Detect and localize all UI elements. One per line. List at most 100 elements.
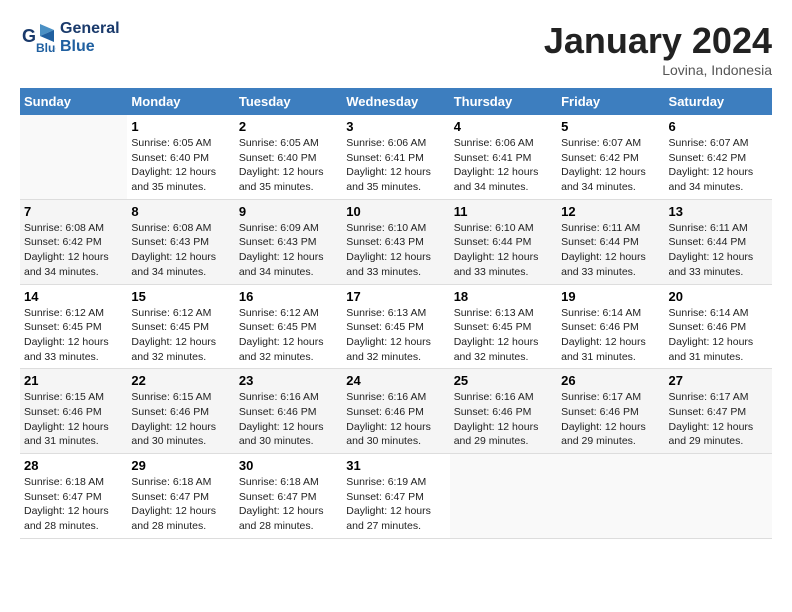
day-info: Sunrise: 6:14 AMSunset: 6:46 PMDaylight:… bbox=[669, 306, 768, 365]
week-row-2: 7Sunrise: 6:08 AMSunset: 6:42 PMDaylight… bbox=[20, 199, 772, 284]
calendar-cell: 9 Sunrise: 6:09 AMSunset: 6:43 PMDaylight… bbox=[235, 199, 342, 284]
page-header: G Blue General Blue January 2024 Lovina,… bbox=[20, 20, 772, 78]
calendar-cell: 27 Sunrise: 6:17 AMSunset: 6:47 PMDayligh… bbox=[665, 369, 772, 454]
day-info: Sunrise: 6:17 AMSunset: 6:46 PMDaylight:… bbox=[561, 390, 660, 449]
calendar-cell: 24Sunrise: 6:16 AMSunset: 6:46 PMDayligh… bbox=[342, 369, 449, 454]
calendar-table: SundayMondayTuesdayWednesdayThursdayFrid… bbox=[20, 88, 772, 539]
day-info: Sunrise: 6:10 AMSunset: 6:44 PMDaylight:… bbox=[454, 221, 553, 280]
day-number: 29 bbox=[131, 458, 230, 473]
day-number: 3 bbox=[346, 119, 445, 134]
day-info: Sunrise: 6:18 AMSunset: 6:47 PMDaylight:… bbox=[131, 475, 230, 534]
day-number: 1 bbox=[131, 119, 230, 134]
day-info: Sunrise: 6:06 AMSunset: 6:41 PMDaylight:… bbox=[454, 136, 553, 195]
day-number: 24 bbox=[346, 373, 445, 388]
week-row-1: 1 Sunrise: 6:05 AMSunset: 6:40 PMDaylight… bbox=[20, 115, 772, 199]
day-info: Sunrise: 6:16 AMSunset: 6:46 PMDaylight:… bbox=[239, 390, 338, 449]
day-header-saturday: Saturday bbox=[665, 88, 772, 115]
day-number: 14 bbox=[24, 289, 123, 304]
calendar-cell: 20 Sunrise: 6:14 AMSunset: 6:46 PMDayligh… bbox=[665, 284, 772, 369]
day-info: Sunrise: 6:09 AMSunset: 6:43 PMDaylight:… bbox=[239, 221, 338, 280]
calendar-cell: 16Sunrise: 6:12 AMSunset: 6:45 PMDayligh… bbox=[235, 284, 342, 369]
day-info: Sunrise: 6:07 AMSunset: 6:42 PMDaylight:… bbox=[669, 136, 768, 195]
calendar-cell: 10 Sunrise: 6:10 AMSunset: 6:43 PMDayligh… bbox=[342, 199, 449, 284]
calendar-cell: 21Sunrise: 6:15 AMSunset: 6:46 PMDayligh… bbox=[20, 369, 127, 454]
logo: G Blue General Blue bbox=[20, 20, 120, 56]
day-info: Sunrise: 6:12 AMSunset: 6:45 PMDaylight:… bbox=[131, 306, 230, 365]
location: Lovina, Indonesia bbox=[544, 62, 772, 78]
day-number: 4 bbox=[454, 119, 553, 134]
day-number: 6 bbox=[669, 119, 768, 134]
day-number: 5 bbox=[561, 119, 660, 134]
day-info: Sunrise: 6:05 AMSunset: 6:40 PMDaylight:… bbox=[239, 136, 338, 195]
calendar-cell: 1 Sunrise: 6:05 AMSunset: 6:40 PMDaylight… bbox=[127, 115, 234, 199]
calendar-cell: 29 Sunrise: 6:18 AMSunset: 6:47 PMDayligh… bbox=[127, 454, 234, 539]
day-info: Sunrise: 6:05 AMSunset: 6:40 PMDaylight:… bbox=[131, 136, 230, 195]
day-number: 2 bbox=[239, 119, 338, 134]
calendar-cell: 8Sunrise: 6:08 AMSunset: 6:43 PMDaylight… bbox=[127, 199, 234, 284]
day-info: Sunrise: 6:11 AMSunset: 6:44 PMDaylight:… bbox=[561, 221, 660, 280]
calendar-cell: 23 Sunrise: 6:16 AMSunset: 6:46 PMDayligh… bbox=[235, 369, 342, 454]
day-header-sunday: Sunday bbox=[20, 88, 127, 115]
calendar-cell: 7Sunrise: 6:08 AMSunset: 6:42 PMDaylight… bbox=[20, 199, 127, 284]
day-info: Sunrise: 6:12 AMSunset: 6:45 PMDaylight:… bbox=[24, 306, 123, 365]
calendar-cell: 25Sunrise: 6:16 AMSunset: 6:46 PMDayligh… bbox=[450, 369, 557, 454]
calendar-cell: 26 Sunrise: 6:17 AMSunset: 6:46 PMDayligh… bbox=[557, 369, 664, 454]
day-number: 17 bbox=[346, 289, 445, 304]
calendar-cell: 17 Sunrise: 6:13 AMSunset: 6:45 PMDayligh… bbox=[342, 284, 449, 369]
day-number: 12 bbox=[561, 204, 660, 219]
day-info: Sunrise: 6:15 AMSunset: 6:46 PMDaylight:… bbox=[24, 390, 123, 449]
calendar-cell: 30 Sunrise: 6:18 AMSunset: 6:47 PMDayligh… bbox=[235, 454, 342, 539]
logo-general: General bbox=[60, 20, 120, 38]
calendar-cell: 22Sunrise: 6:15 AMSunset: 6:46 PMDayligh… bbox=[127, 369, 234, 454]
week-row-5: 28 Sunrise: 6:18 AMSunset: 6:47 PMDayligh… bbox=[20, 454, 772, 539]
day-header-friday: Friday bbox=[557, 88, 664, 115]
day-info: Sunrise: 6:13 AMSunset: 6:45 PMDaylight:… bbox=[346, 306, 445, 365]
day-info: Sunrise: 6:15 AMSunset: 6:46 PMDaylight:… bbox=[131, 390, 230, 449]
day-number: 11 bbox=[454, 204, 553, 219]
day-number: 19 bbox=[561, 289, 660, 304]
day-info: Sunrise: 6:19 AMSunset: 6:47 PMDaylight:… bbox=[346, 475, 445, 534]
day-number: 20 bbox=[669, 289, 768, 304]
day-number: 27 bbox=[669, 373, 768, 388]
day-number: 13 bbox=[669, 204, 768, 219]
day-number: 8 bbox=[131, 204, 230, 219]
calendar-cell bbox=[450, 454, 557, 539]
day-header-monday: Monday bbox=[127, 88, 234, 115]
day-number: 10 bbox=[346, 204, 445, 219]
day-info: Sunrise: 6:06 AMSunset: 6:41 PMDaylight:… bbox=[346, 136, 445, 195]
day-info: Sunrise: 6:18 AMSunset: 6:47 PMDaylight:… bbox=[239, 475, 338, 534]
calendar-cell: 4 Sunrise: 6:06 AMSunset: 6:41 PMDaylight… bbox=[450, 115, 557, 199]
calendar-cell: 15 Sunrise: 6:12 AMSunset: 6:45 PMDayligh… bbox=[127, 284, 234, 369]
day-info: Sunrise: 6:17 AMSunset: 6:47 PMDaylight:… bbox=[669, 390, 768, 449]
day-number: 26 bbox=[561, 373, 660, 388]
calendar-cell bbox=[665, 454, 772, 539]
day-number: 28 bbox=[24, 458, 123, 473]
calendar-cell: 6 Sunrise: 6:07 AMSunset: 6:42 PMDaylight… bbox=[665, 115, 772, 199]
calendar-cell: 19Sunrise: 6:14 AMSunset: 6:46 PMDayligh… bbox=[557, 284, 664, 369]
logo-blue: Blue bbox=[60, 38, 120, 56]
week-row-3: 14 Sunrise: 6:12 AMSunset: 6:45 PMDayligh… bbox=[20, 284, 772, 369]
calendar-cell bbox=[557, 454, 664, 539]
svg-text:Blue: Blue bbox=[36, 41, 56, 55]
day-number: 30 bbox=[239, 458, 338, 473]
day-number: 15 bbox=[131, 289, 230, 304]
day-info: Sunrise: 6:13 AMSunset: 6:45 PMDaylight:… bbox=[454, 306, 553, 365]
day-number: 9 bbox=[239, 204, 338, 219]
day-number: 31 bbox=[346, 458, 445, 473]
day-header-tuesday: Tuesday bbox=[235, 88, 342, 115]
calendar-cell: 2 Sunrise: 6:05 AMSunset: 6:40 PMDaylight… bbox=[235, 115, 342, 199]
day-header-thursday: Thursday bbox=[450, 88, 557, 115]
day-info: Sunrise: 6:16 AMSunset: 6:46 PMDaylight:… bbox=[454, 390, 553, 449]
day-info: Sunrise: 6:10 AMSunset: 6:43 PMDaylight:… bbox=[346, 221, 445, 280]
calendar-cell: 13 Sunrise: 6:11 AMSunset: 6:44 PMDayligh… bbox=[665, 199, 772, 284]
day-info: Sunrise: 6:11 AMSunset: 6:44 PMDaylight:… bbox=[669, 221, 768, 280]
calendar-cell bbox=[20, 115, 127, 199]
day-number: 18 bbox=[454, 289, 553, 304]
calendar-cell: 5Sunrise: 6:07 AMSunset: 6:42 PMDaylight… bbox=[557, 115, 664, 199]
calendar-cell: 3 Sunrise: 6:06 AMSunset: 6:41 PMDaylight… bbox=[342, 115, 449, 199]
day-number: 23 bbox=[239, 373, 338, 388]
day-info: Sunrise: 6:08 AMSunset: 6:42 PMDaylight:… bbox=[24, 221, 123, 280]
calendar-cell: 12 Sunrise: 6:11 AMSunset: 6:44 PMDayligh… bbox=[557, 199, 664, 284]
logo-icon: G Blue bbox=[20, 20, 56, 56]
title-section: January 2024 Lovina, Indonesia bbox=[544, 20, 772, 78]
